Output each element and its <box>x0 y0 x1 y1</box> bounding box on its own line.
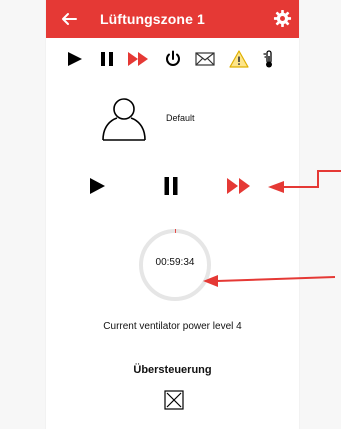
power-icon <box>166 50 180 66</box>
mode-toolbar <box>46 48 299 74</box>
override-checkbox[interactable] <box>164 390 184 410</box>
override-title: Übersteuerung <box>133 364 212 376</box>
back-button[interactable] <box>58 8 80 30</box>
toolbar-fast-forward-button[interactable] <box>126 48 148 70</box>
warning-icon <box>229 50 249 68</box>
play-button[interactable] <box>86 175 108 197</box>
screen: Lüftungszone 1 Default 00:59:34 Current … <box>0 0 341 429</box>
arrow-left-icon <box>62 13 77 25</box>
pause-button[interactable] <box>160 175 182 197</box>
profile-avatar[interactable] <box>100 96 148 142</box>
thermometer-icon <box>263 50 272 68</box>
page-title: Lüftungszone 1 <box>100 11 205 27</box>
app-panel: Lüftungszone 1 Default 00:59:34 Current … <box>46 0 299 429</box>
toolbar-pause-button[interactable] <box>96 48 118 70</box>
left-margin <box>0 0 46 429</box>
pause-icon <box>101 52 113 66</box>
mail-icon <box>195 52 215 66</box>
profile-label: Default <box>166 113 195 123</box>
pause-icon <box>164 177 178 195</box>
fast-forward-icon <box>128 52 148 66</box>
toolbar-play-button[interactable] <box>64 48 86 70</box>
toolbar-thermometer-button[interactable] <box>258 48 280 70</box>
toolbar-warning-button[interactable] <box>228 48 250 70</box>
app-bar: Lüftungszone 1 <box>46 0 299 38</box>
fast-forward-icon <box>227 178 250 194</box>
countdown-value: 00:59:34 <box>155 257 195 268</box>
close-box-icon <box>164 390 184 410</box>
toolbar-mail-button[interactable] <box>194 48 216 70</box>
play-icon <box>90 178 105 194</box>
gear-icon <box>273 9 292 28</box>
fast-forward-button[interactable] <box>226 175 250 197</box>
settings-button[interactable] <box>273 9 292 28</box>
play-icon <box>68 52 82 66</box>
right-margin <box>299 0 341 429</box>
user-icon <box>102 98 146 141</box>
toolbar-power-button[interactable] <box>162 48 184 70</box>
power-level-text: Current ventilator power level 4 <box>103 321 242 332</box>
